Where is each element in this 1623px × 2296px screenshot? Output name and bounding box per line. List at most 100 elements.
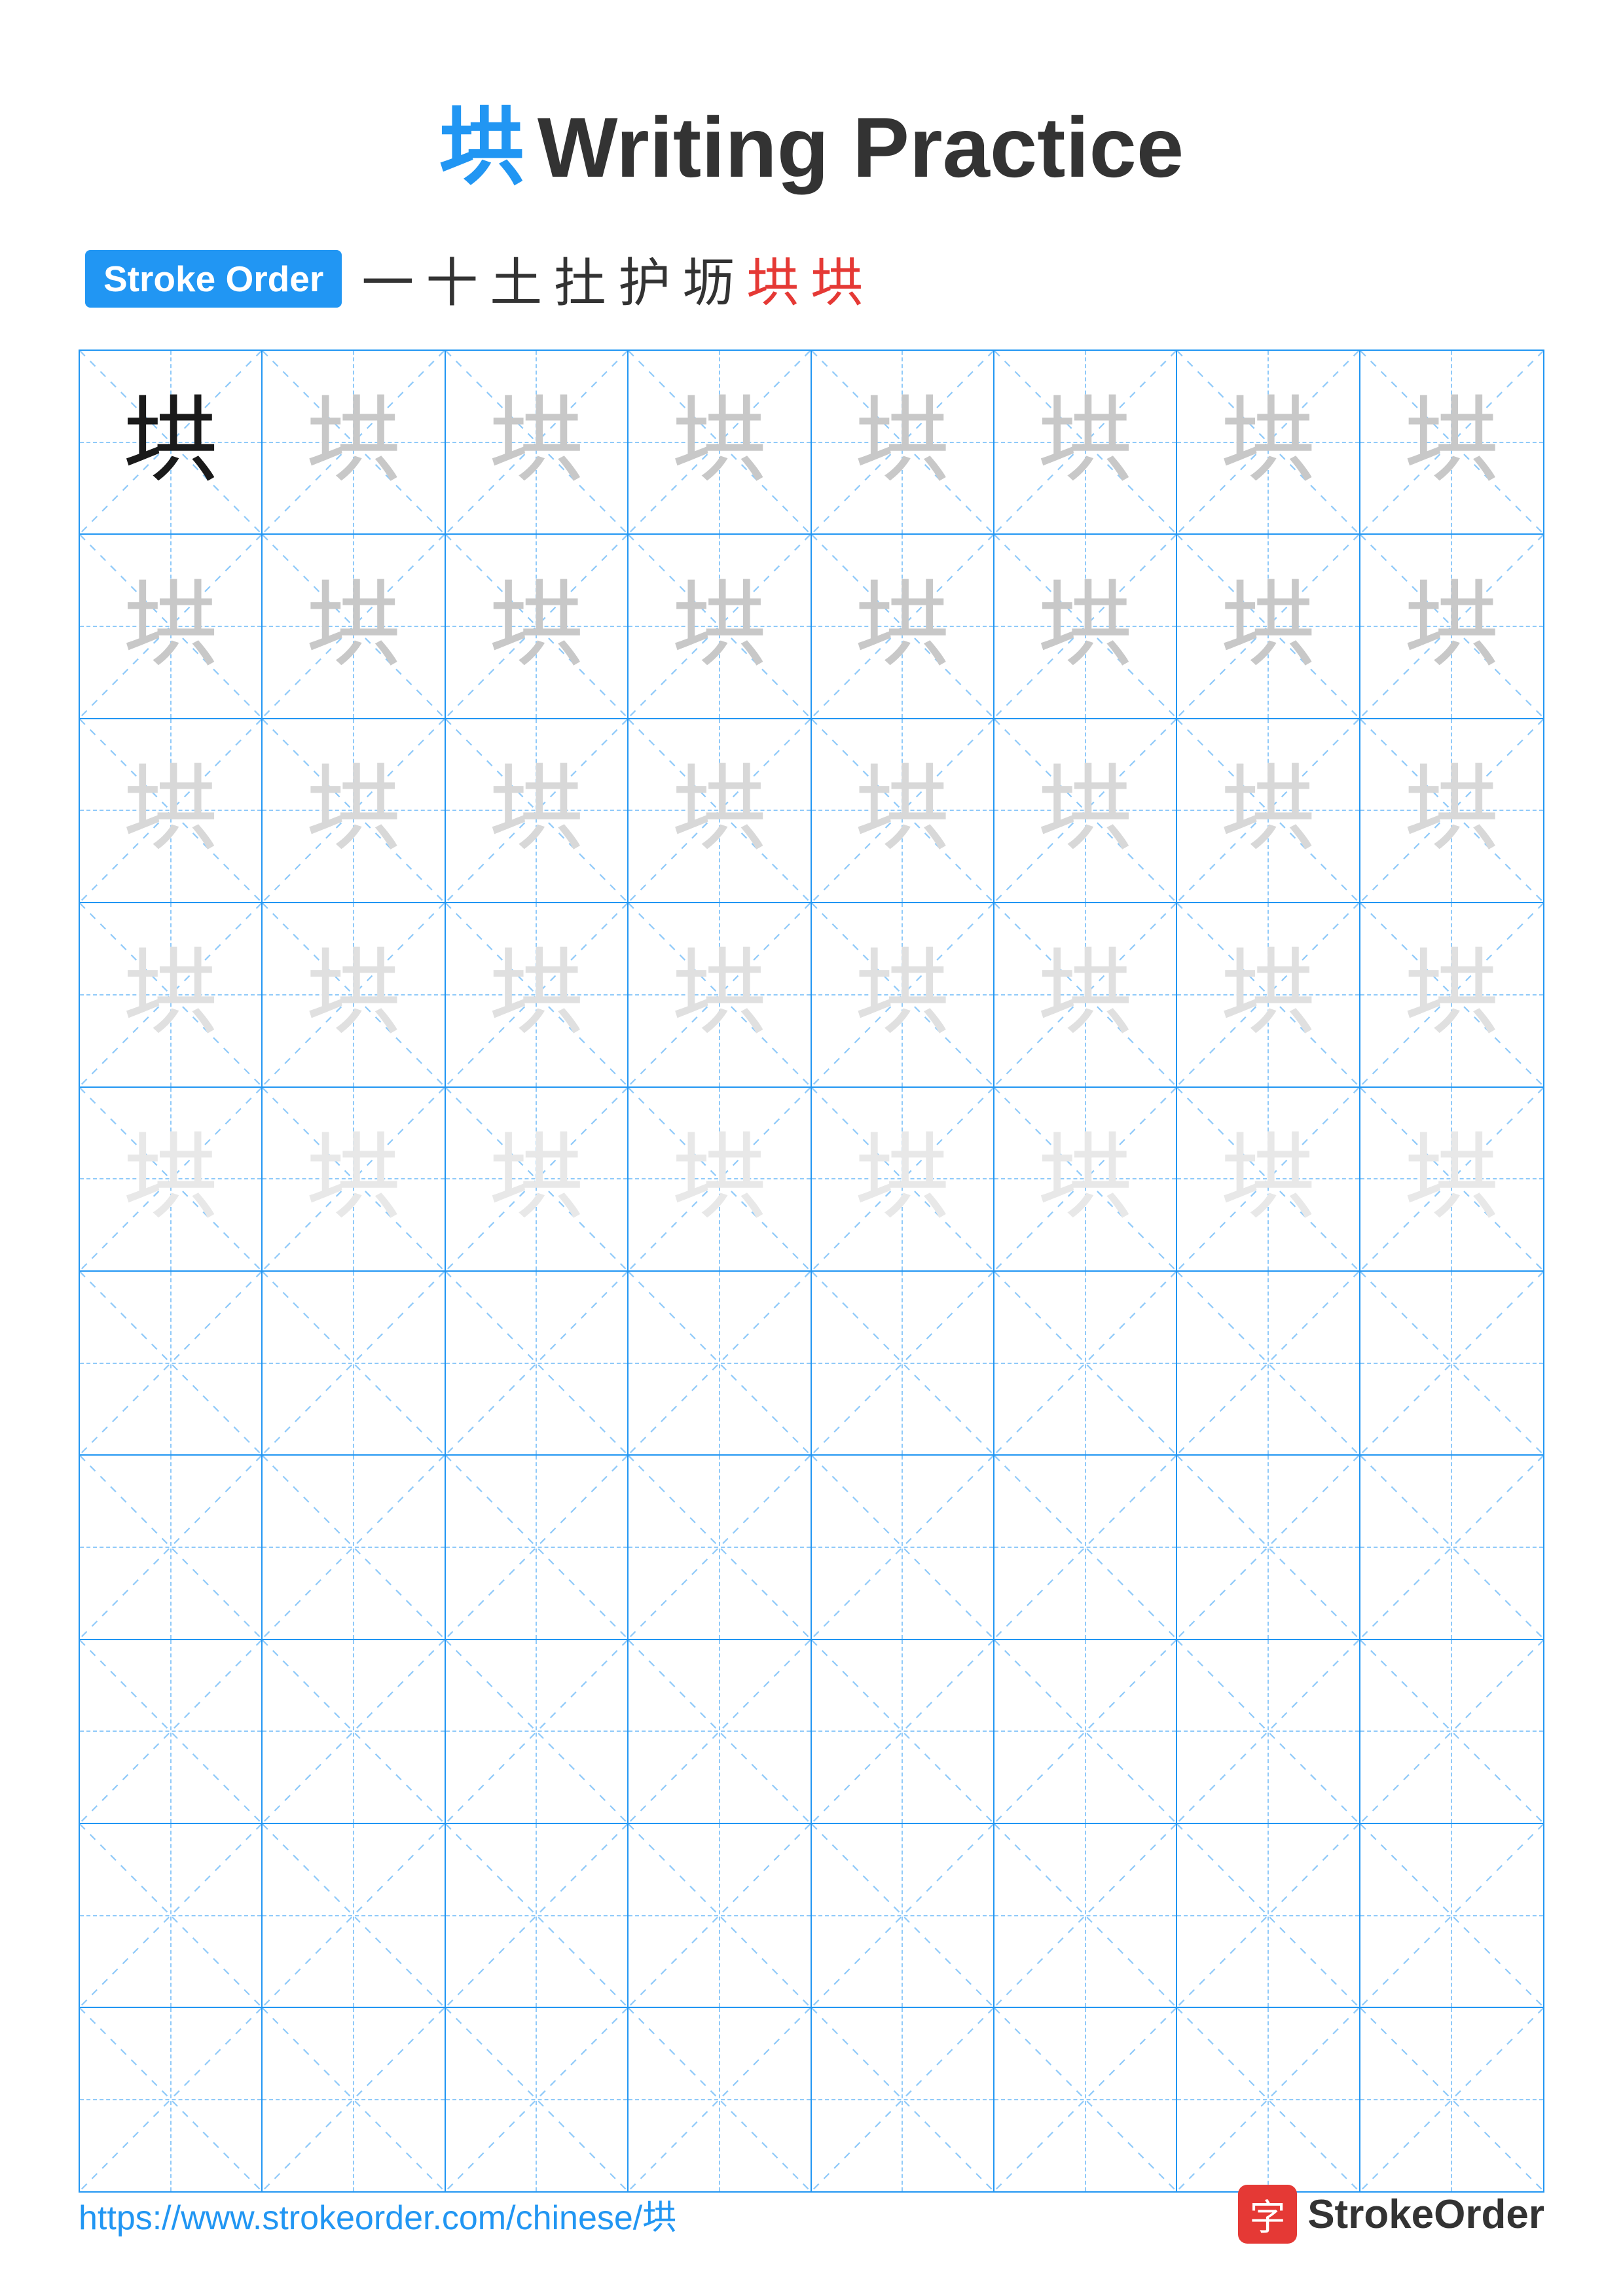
practice-char: 垬 (1220, 579, 1315, 674)
grid-cell[interactable] (80, 1272, 263, 1454)
grid-cell[interactable]: 垬 (629, 535, 811, 717)
grid-cell[interactable]: 垬 (629, 1088, 811, 1270)
practice-char: 垬 (1220, 763, 1315, 858)
grid-cell[interactable] (80, 1640, 263, 1823)
practice-char: 垬 (123, 395, 218, 490)
grid-cell[interactable]: 垬 (1177, 351, 1360, 533)
grid-row: 垬垬垬垬垬垬垬垬 (80, 903, 1543, 1087)
grid-cell[interactable] (1360, 1272, 1543, 1454)
grid-cell[interactable]: 垬 (812, 1088, 994, 1270)
grid-cell[interactable] (446, 2008, 629, 2191)
grid-cell[interactable] (263, 1456, 445, 1638)
grid-cell[interactable] (1177, 1456, 1360, 1638)
grid-cell[interactable] (1177, 1640, 1360, 1823)
grid-cell[interactable]: 垬 (812, 535, 994, 717)
grid-cell[interactable]: 垬 (1360, 1088, 1543, 1270)
grid-cell[interactable]: 垬 (80, 535, 263, 717)
grid-cell[interactable]: 垬 (80, 351, 263, 533)
grid-cell[interactable] (994, 1456, 1177, 1638)
grid-cell[interactable] (994, 1272, 1177, 1454)
grid-cell[interactable]: 垬 (629, 351, 811, 533)
grid-cell[interactable] (80, 2008, 263, 2191)
grid-cell[interactable]: 垬 (80, 1088, 263, 1270)
grid-cell[interactable] (446, 1640, 629, 1823)
practice-char: 垬 (855, 947, 950, 1042)
grid-cell[interactable] (80, 1824, 263, 2007)
grid-cell[interactable]: 垬 (80, 719, 263, 902)
grid-cell[interactable] (80, 1456, 263, 1638)
grid-cell[interactable] (629, 1456, 811, 1638)
grid-cell[interactable] (812, 2008, 994, 2191)
grid-cell[interactable]: 垬 (446, 903, 629, 1086)
grid-cell[interactable] (1360, 1456, 1543, 1638)
grid-cell[interactable]: 垬 (263, 1088, 445, 1270)
grid-cell[interactable] (629, 2008, 811, 2191)
grid-cell[interactable] (812, 1824, 994, 2007)
grid-cell[interactable]: 垬 (1360, 351, 1543, 533)
grid-cell[interactable]: 垬 (446, 535, 629, 717)
grid-cell[interactable]: 垬 (1177, 1088, 1360, 1270)
grid-cell[interactable]: 垬 (994, 1088, 1177, 1270)
grid-cell[interactable] (994, 1824, 1177, 2007)
practice-char: 垬 (1404, 1132, 1499, 1227)
grid-cell[interactable] (263, 1640, 445, 1823)
grid-cell[interactable] (1177, 1824, 1360, 2007)
grid-cell[interactable] (1177, 1272, 1360, 1454)
grid-cell[interactable] (812, 1640, 994, 1823)
grid-cell[interactable] (1360, 1640, 1543, 1823)
page-title: 垬Writing Practice (439, 99, 1184, 195)
grid-cell[interactable] (263, 1272, 445, 1454)
grid-row (80, 2008, 1543, 2191)
grid-cell[interactable]: 垬 (263, 903, 445, 1086)
grid-cell[interactable] (263, 1824, 445, 2007)
grid-cell[interactable]: 垬 (629, 719, 811, 902)
grid-cell[interactable] (446, 1824, 629, 2007)
grid-cell[interactable]: 垬 (994, 351, 1177, 533)
practice-char: 垬 (1404, 579, 1499, 674)
grid-cell[interactable]: 垬 (994, 535, 1177, 717)
grid-cell[interactable] (994, 1640, 1177, 1823)
grid-cell[interactable]: 垬 (1177, 903, 1360, 1086)
grid-cell[interactable]: 垬 (263, 351, 445, 533)
grid-cell[interactable]: 垬 (263, 535, 445, 717)
grid-cell[interactable] (263, 2008, 445, 2191)
grid-cell[interactable]: 垬 (446, 351, 629, 533)
grid-cell[interactable] (994, 2008, 1177, 2191)
grid-cell[interactable] (446, 1456, 629, 1638)
practice-char: 垬 (1038, 763, 1133, 858)
grid-cell[interactable] (1360, 1824, 1543, 2007)
grid-cell[interactable] (812, 1456, 994, 1638)
grid-cell[interactable]: 垬 (812, 903, 994, 1086)
grid-cell[interactable]: 垬 (446, 719, 629, 902)
grid-cell[interactable]: 垬 (1177, 535, 1360, 717)
grid-cell[interactable]: 垬 (446, 1088, 629, 1270)
grid-cell[interactable] (812, 1272, 994, 1454)
grid-cell[interactable] (446, 1272, 629, 1454)
grid-cell[interactable] (1177, 2008, 1360, 2191)
practice-char: 垬 (123, 1132, 218, 1227)
grid-cell[interactable]: 垬 (80, 903, 263, 1086)
grid-cell[interactable]: 垬 (1177, 719, 1360, 902)
practice-grid: 垬垬垬垬垬垬垬垬垬垬垬垬垬垬垬垬垬垬垬垬垬垬垬垬垬垬垬垬垬垬垬垬垬垬垬垬垬垬垬垬 (79, 350, 1544, 2193)
grid-cell[interactable] (629, 1824, 811, 2007)
practice-char: 垬 (672, 579, 767, 674)
grid-row (80, 1640, 1543, 1824)
grid-cell[interactable] (629, 1640, 811, 1823)
stroke-3: 土 (490, 241, 542, 317)
practice-char: 垬 (1038, 1132, 1133, 1227)
practice-char: 垬 (489, 579, 584, 674)
practice-char: 垬 (306, 1132, 401, 1227)
grid-cell[interactable] (629, 1272, 811, 1454)
grid-cell[interactable]: 垬 (263, 719, 445, 902)
grid-cell[interactable] (1360, 2008, 1543, 2191)
grid-cell[interactable]: 垬 (994, 719, 1177, 902)
grid-cell[interactable]: 垬 (1360, 903, 1543, 1086)
grid-cell[interactable]: 垬 (812, 719, 994, 902)
grid-cell[interactable]: 垬 (994, 903, 1177, 1086)
grid-cell[interactable]: 垬 (1360, 535, 1543, 717)
grid-cell[interactable]: 垬 (1360, 719, 1543, 902)
practice-char: 垬 (672, 1132, 767, 1227)
grid-cell[interactable]: 垬 (629, 903, 811, 1086)
practice-char: 垬 (306, 579, 401, 674)
grid-cell[interactable]: 垬 (812, 351, 994, 533)
